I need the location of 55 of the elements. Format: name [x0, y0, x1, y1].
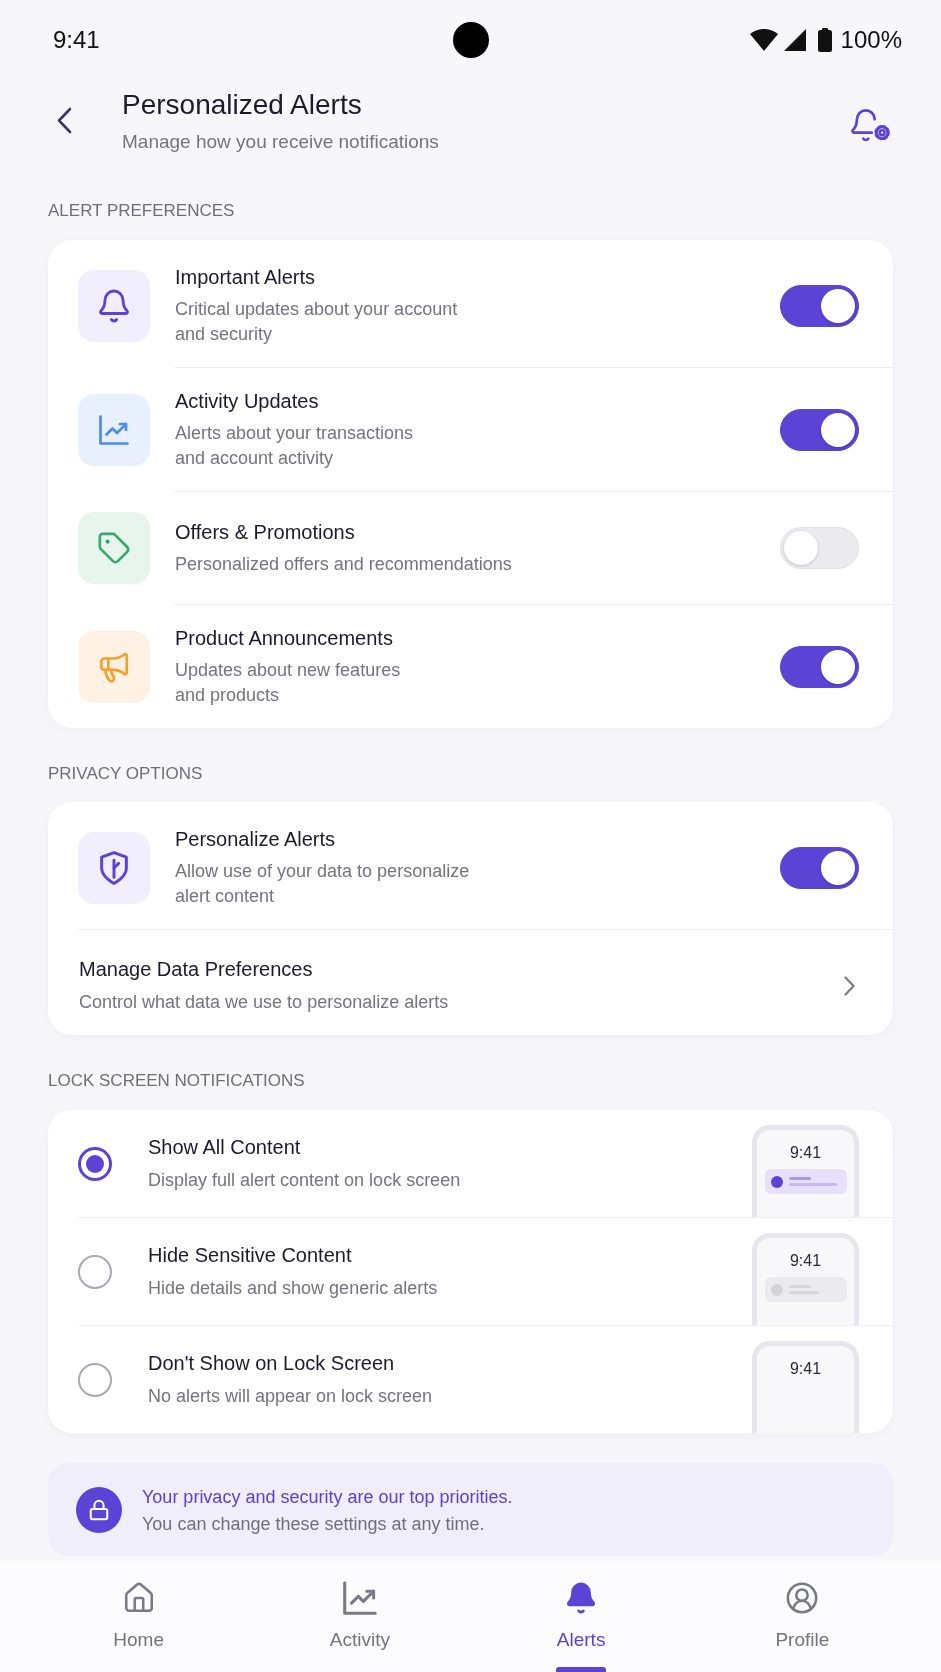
info-text: You can change these settings at any time.	[142, 1512, 485, 1536]
preview-time: 9:41	[789, 1143, 822, 1163]
status-time: 9:41	[53, 26, 100, 54]
radio-button[interactable]	[78, 1146, 112, 1181]
toggle-switch[interactable]	[780, 408, 859, 451]
camera-hole	[452, 22, 489, 58]
line-chart-icon	[342, 1581, 377, 1615]
setting-title: Product Announcements	[175, 626, 393, 651]
radio-button[interactable]	[78, 1362, 112, 1397]
setting-description: Critical updates about your account and security	[175, 298, 458, 346]
option-title: Hide Sensitive Content	[148, 1243, 352, 1268]
wifi-icon	[749, 29, 778, 51]
option-title: Don't Show on Lock Screen	[148, 1351, 395, 1376]
option-description: Display full alert content on lock screen	[148, 1169, 461, 1192]
preview-time: 9:41	[789, 1251, 822, 1271]
nav-tab[interactable]: Home	[28, 1561, 250, 1672]
radio-button[interactable]	[78, 1254, 112, 1289]
preview-time: 9:41	[789, 1359, 822, 1379]
setting-title: Activity Updates	[175, 389, 319, 414]
settings-list-item[interactable]: Manage Data Preferences Control what data we use to personalize alerts	[48, 930, 893, 1035]
section-heading: PRIVACY OPTIONS	[48, 763, 203, 785]
tag-icon	[78, 512, 150, 584]
line-chart-icon	[78, 393, 150, 466]
info-title: Your privacy and security are our top priorities.	[142, 1485, 513, 1509]
battery-icon	[817, 28, 832, 52]
nav-tab[interactable]: Alerts	[470, 1561, 692, 1672]
battery-level: 100%	[840, 26, 902, 54]
setting-title: Offers & Promotions	[175, 520, 355, 545]
setting-description: Alerts about your transactions and account activity	[175, 422, 414, 470]
megaphone-icon	[78, 630, 150, 703]
lock-icon	[76, 1486, 122, 1533]
bell-icon	[78, 269, 150, 342]
option-title: Show All Content	[148, 1135, 301, 1160]
section-heading: ALERT PREFERENCES	[48, 200, 235, 222]
nav-tab[interactable]: Profile	[691, 1561, 913, 1672]
chevron-right-icon	[844, 975, 855, 996]
page-subtitle: Manage how you receive notifications	[122, 130, 439, 154]
profile-icon	[785, 1581, 820, 1615]
section-heading: LOCK SCREEN NOTIFICATIONS	[48, 1070, 305, 1092]
selected-indicator	[556, 1667, 607, 1672]
back-icon	[56, 106, 72, 134]
toggle-switch[interactable]	[780, 284, 859, 327]
signal-icon	[783, 29, 806, 51]
setting-description: Allow use of your data to personalize alert content	[175, 860, 470, 908]
toggle-switch[interactable]	[780, 645, 859, 688]
toggle-switch[interactable]	[780, 846, 859, 889]
setting-title: Personalize Alerts	[175, 827, 336, 852]
shield-icon	[78, 831, 150, 904]
option-description: Hide details and show generic alerts	[148, 1277, 438, 1300]
setting-description: Updates about new features and products	[175, 659, 401, 707]
option-description: No alerts will appear on lock screen	[148, 1385, 433, 1408]
setting-title: Important Alerts	[175, 265, 316, 290]
page-title: Personalized Alerts	[122, 88, 362, 122]
nav-tab[interactable]: Activity	[249, 1561, 471, 1672]
setting-description: Personalized offers and recommendations	[175, 553, 512, 576]
